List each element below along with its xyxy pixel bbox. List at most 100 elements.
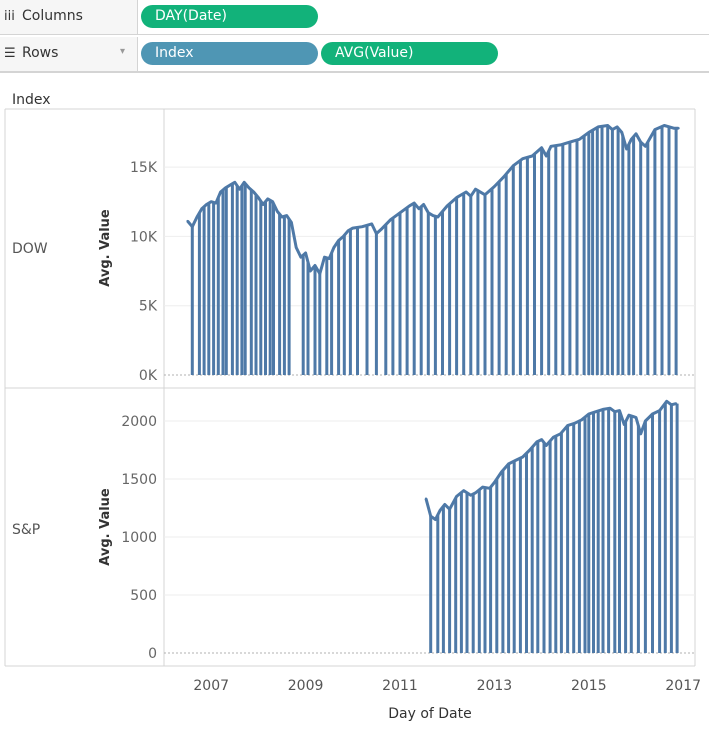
data-point-sp xyxy=(559,432,562,435)
x-tick-label: 2017 xyxy=(665,678,701,694)
data-point-dow xyxy=(257,196,260,199)
rows-shelf-header: ☰ Rows ▾ xyxy=(0,37,138,71)
data-point-dow xyxy=(413,201,416,205)
data-point-dow xyxy=(625,147,628,151)
row-header-title: Index xyxy=(12,92,51,108)
data-point-dow xyxy=(436,215,439,219)
data-point-sp xyxy=(488,487,491,490)
data-point-dow xyxy=(309,269,312,273)
y-tick-label-sp: 500 xyxy=(130,588,157,604)
data-point-dow xyxy=(318,272,321,275)
y-tick-label-dow: 5K xyxy=(139,299,158,315)
data-point-dow xyxy=(195,215,199,219)
data-point-dow xyxy=(531,154,534,158)
data-point-sp xyxy=(521,455,524,459)
data-point-dow xyxy=(389,218,392,221)
rows-icon: ☰ xyxy=(4,46,16,61)
data-point-sp xyxy=(634,416,638,419)
data-point-dow xyxy=(323,256,326,259)
columns-label: Columns xyxy=(22,8,83,24)
data-point-dow xyxy=(493,185,496,188)
data-point-sp xyxy=(601,408,605,411)
data-point-dow xyxy=(342,235,345,238)
data-point-dow xyxy=(521,157,524,160)
y-axis-title-sp: Avg. Value xyxy=(98,488,113,566)
data-point-dow xyxy=(620,131,623,134)
data-point-sp xyxy=(507,462,510,466)
data-point-sp xyxy=(665,400,668,403)
columns-shelf-header: iii Columns xyxy=(0,0,138,34)
x-tick-label: 2011 xyxy=(382,678,418,694)
data-point-dow xyxy=(247,186,251,190)
x-axis-title: Day of Date xyxy=(388,706,472,722)
data-point-dow xyxy=(630,138,633,141)
data-point-dow xyxy=(280,215,284,219)
y-axis-title-dow: Avg. Value xyxy=(98,209,113,287)
y-tick-label-sp: 1500 xyxy=(121,472,157,488)
data-point-sp xyxy=(613,410,616,413)
data-point-dow xyxy=(545,154,548,158)
data-point-dow xyxy=(214,201,218,205)
data-point-sp xyxy=(658,409,661,412)
chevron-down-icon[interactable]: ▾ xyxy=(120,46,125,57)
data-point-sp xyxy=(443,503,446,506)
x-tick-label: 2013 xyxy=(477,678,513,694)
data-point-sp xyxy=(573,422,576,425)
data-point-dow xyxy=(398,211,402,214)
data-point-dow xyxy=(224,186,227,190)
data-point-dow xyxy=(313,264,317,267)
data-point-sp xyxy=(580,418,583,421)
data-point-sp xyxy=(469,494,472,497)
data-point-dow xyxy=(205,203,208,206)
data-point-sp xyxy=(674,402,678,405)
pill-avg-value[interactable]: AVG(Value) xyxy=(321,42,498,65)
data-point-dow xyxy=(540,146,543,149)
data-point-sp xyxy=(493,481,496,484)
data-point-sp xyxy=(438,509,442,512)
data-point-dow xyxy=(559,143,562,147)
rows-label: Rows xyxy=(22,45,59,61)
data-point-dow xyxy=(653,128,657,131)
data-point-dow xyxy=(597,125,600,129)
data-point-dow xyxy=(549,145,553,148)
y-tick-label-dow: 10K xyxy=(130,229,158,245)
x-tick-label: 2007 xyxy=(193,678,229,694)
columns-icon: iii xyxy=(4,9,15,24)
data-point-dow xyxy=(469,195,472,198)
data-point-dow xyxy=(375,232,378,235)
y-tick-label-dow: 15K xyxy=(130,160,158,176)
data-point-dow xyxy=(186,219,189,223)
data-point-sp xyxy=(594,410,598,413)
data-point-dow xyxy=(606,124,609,127)
mark-layer xyxy=(186,124,680,653)
data-point-dow xyxy=(431,214,435,217)
data-point-dow xyxy=(351,226,354,230)
data-point-sp xyxy=(429,514,432,518)
data-point-dow xyxy=(568,140,572,144)
data-point-dow xyxy=(266,197,269,201)
data-point-dow xyxy=(639,140,642,144)
data-point-dow xyxy=(408,204,411,208)
y-tick-label-dow: 0K xyxy=(139,368,158,384)
data-point-sp xyxy=(514,459,517,462)
data-point-sp xyxy=(623,423,626,426)
data-point-dow xyxy=(295,246,298,249)
pill-index[interactable]: Index xyxy=(141,42,318,65)
pill-day-date[interactable]: DAY(Date) xyxy=(141,5,318,28)
data-point-sp xyxy=(587,412,590,416)
data-point-dow xyxy=(238,188,241,191)
data-point-sp xyxy=(566,424,569,427)
data-point-dow xyxy=(615,125,619,129)
data-point-dow xyxy=(304,251,307,255)
data-point-dow xyxy=(228,183,232,187)
data-point-dow xyxy=(455,196,458,199)
data-point-sp xyxy=(481,485,484,489)
data-point-dow xyxy=(417,207,421,210)
data-point-dow xyxy=(290,221,293,224)
y-tick-label-sp: 2000 xyxy=(121,414,157,430)
data-point-dow xyxy=(370,222,373,226)
data-point-dow xyxy=(210,200,213,203)
data-point-dow xyxy=(252,190,255,194)
data-point-sp xyxy=(434,518,437,521)
data-point-sp xyxy=(528,448,531,452)
